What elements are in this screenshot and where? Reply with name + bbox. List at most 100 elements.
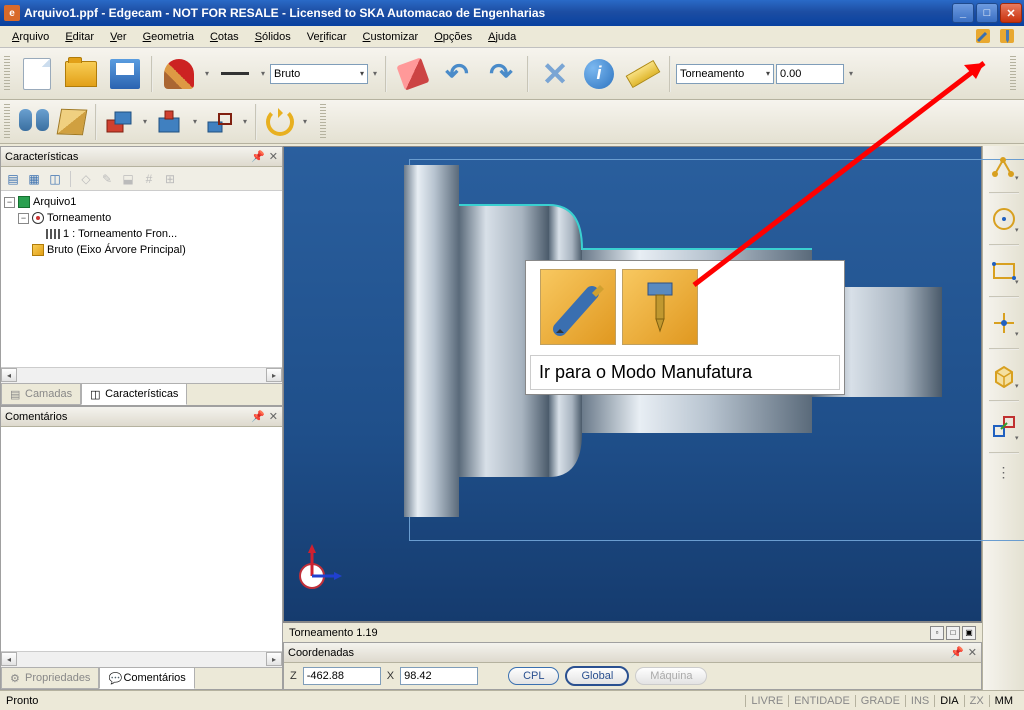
refresh-button[interactable] bbox=[262, 104, 298, 140]
manufacture-mode-icon[interactable] bbox=[998, 27, 1018, 47]
menu-customizar[interactable]: Customizar bbox=[355, 29, 427, 45]
file-icon bbox=[18, 196, 30, 208]
toolbar-grip[interactable] bbox=[4, 56, 10, 92]
rt-circle-button[interactable]: ▾ bbox=[987, 202, 1021, 236]
minimize-button[interactable]: _ bbox=[952, 3, 974, 23]
tab-comments[interactable]: 💬 Comentários bbox=[99, 668, 194, 689]
save-button[interactable] bbox=[104, 53, 146, 95]
color-button[interactable] bbox=[158, 53, 200, 95]
view-btn-3[interactable]: ▣ bbox=[962, 626, 976, 640]
close-panel-icon[interactable]: ✕ bbox=[269, 150, 278, 163]
linetype-button[interactable] bbox=[214, 53, 256, 95]
value-dropdown[interactable]: ▾ bbox=[846, 69, 856, 78]
status-ins[interactable]: INS bbox=[905, 695, 934, 707]
close-panel-icon-2[interactable]: ✕ bbox=[269, 410, 278, 423]
machine-button[interactable]: Máquina bbox=[635, 667, 707, 685]
feature-op2-button[interactable] bbox=[152, 104, 188, 140]
feature-op2-dropdown[interactable]: ▾ bbox=[190, 117, 200, 126]
eraser-button[interactable] bbox=[392, 53, 434, 95]
pin-icon[interactable]: 📌 bbox=[251, 150, 265, 163]
value-input[interactable]: 0.00 bbox=[776, 64, 844, 84]
undo-button[interactable]: ↶ bbox=[436, 53, 478, 95]
secondary-toolbar: ▾ ▾ ▾ ▾ bbox=[0, 100, 1024, 144]
menu-solidos[interactable]: Sólidos bbox=[247, 29, 299, 45]
features-tree[interactable]: − Arquivo1 − Torneamento 1 : Torneamento… bbox=[1, 191, 282, 367]
close-button[interactable]: ✕ bbox=[1000, 3, 1022, 23]
window-title: Arquivo1.ppf - Edgecam - NOT FOR RESALE … bbox=[24, 6, 952, 20]
rt-more-button[interactable]: ⋮ bbox=[987, 462, 1021, 482]
delete-button[interactable]: ✕ bbox=[534, 53, 576, 95]
toolbar2-grip2[interactable] bbox=[320, 104, 326, 140]
status-grade[interactable]: GRADE bbox=[855, 695, 905, 707]
z-input[interactable] bbox=[303, 667, 381, 685]
maximize-button[interactable]: □ bbox=[976, 3, 998, 23]
design-mode-large-icon[interactable] bbox=[540, 269, 616, 345]
pin-icon-2[interactable]: 📌 bbox=[251, 410, 265, 423]
tree-toggle-1[interactable]: − bbox=[18, 213, 29, 224]
ftool-5[interactable]: ✎ bbox=[98, 170, 116, 188]
close-panel-icon-3[interactable]: ✕ bbox=[968, 646, 977, 659]
open-button[interactable] bbox=[60, 53, 102, 95]
cpl-button[interactable]: CPL bbox=[508, 667, 559, 685]
redo-button[interactable]: ↷ bbox=[480, 53, 522, 95]
ftool-7[interactable]: # bbox=[140, 170, 158, 188]
menu-arquivo[interactable]: Arquivo bbox=[4, 29, 57, 45]
ftool-4[interactable]: ◇ bbox=[77, 170, 95, 188]
find-feature-button[interactable] bbox=[16, 104, 52, 140]
x-input[interactable] bbox=[400, 667, 478, 685]
menu-cotas[interactable]: Cotas bbox=[202, 29, 247, 45]
view-btn-2[interactable]: □ bbox=[946, 626, 960, 640]
new-button[interactable] bbox=[16, 53, 58, 95]
feature-op1-dropdown[interactable]: ▾ bbox=[140, 117, 150, 126]
info-button[interactable]: i bbox=[578, 53, 620, 95]
menu-verificar[interactable]: Verificar bbox=[299, 29, 355, 45]
layer-combo[interactable]: Bruto▾ bbox=[270, 64, 368, 84]
tab-features[interactable]: ◫ Características bbox=[81, 384, 187, 405]
menu-geometria[interactable]: Geometria bbox=[135, 29, 202, 45]
menu-ver[interactable]: Ver bbox=[102, 29, 135, 45]
manufacture-mode-large-icon[interactable] bbox=[622, 269, 698, 345]
measure-button[interactable] bbox=[622, 53, 664, 95]
menu-opcoes[interactable]: Opções bbox=[426, 29, 480, 45]
toolbar2-grip[interactable] bbox=[4, 104, 10, 140]
status-zx[interactable]: ZX bbox=[964, 695, 989, 707]
rt-rect-button[interactable]: ▾ bbox=[987, 254, 1021, 288]
color-dropdown[interactable]: ▾ bbox=[202, 69, 212, 78]
ftool-2[interactable]: ▦ bbox=[25, 170, 43, 188]
refresh-dropdown[interactable]: ▾ bbox=[300, 117, 310, 126]
mode-combo[interactable]: Torneamento▾ bbox=[676, 64, 774, 84]
comments-body[interactable] bbox=[1, 427, 282, 651]
ftool-1[interactable]: ▤ bbox=[4, 170, 22, 188]
rt-box-button[interactable]: ▾ bbox=[987, 358, 1021, 392]
tab-layers[interactable]: ▤ Camadas bbox=[1, 384, 81, 405]
status-mm[interactable]: MM bbox=[989, 695, 1018, 707]
layer-dropdown-ext[interactable]: ▾ bbox=[370, 69, 380, 78]
feature-op3-button[interactable] bbox=[202, 104, 238, 140]
rt-transform-button[interactable]: ▾ bbox=[987, 410, 1021, 444]
tab-properties[interactable]: ⚙ Propriedades bbox=[1, 668, 99, 689]
status-dia[interactable]: DIA bbox=[934, 695, 963, 707]
rt-sketch-button[interactable]: ▾ bbox=[987, 150, 1021, 184]
status-entidade[interactable]: ENTIDADE bbox=[788, 695, 855, 707]
pin-icon-3[interactable]: 📌 bbox=[950, 646, 964, 659]
toolbar-grip-end[interactable] bbox=[1010, 56, 1016, 92]
ftool-3[interactable]: ◫ bbox=[46, 170, 64, 188]
ftool-6[interactable]: ⬓ bbox=[119, 170, 137, 188]
tree-toggle-root[interactable]: − bbox=[4, 197, 15, 208]
view-btn-1[interactable]: ▫ bbox=[930, 626, 944, 640]
comments-hscroll[interactable]: ◂▸ bbox=[1, 651, 282, 667]
rt-point-button[interactable]: ▾ bbox=[987, 306, 1021, 340]
menu-ajuda[interactable]: Ajuda bbox=[480, 29, 524, 45]
solid-feature-button[interactable] bbox=[54, 104, 90, 140]
main-toolbar: ▾ ▾ Bruto▾ ▾ ↶ ↷ ✕ i Torneamento▾ 0.00 ▾ bbox=[0, 48, 1024, 100]
ftool-8[interactable]: ⊞ bbox=[161, 170, 179, 188]
global-button[interactable]: Global bbox=[565, 666, 629, 686]
design-mode-icon[interactable] bbox=[974, 27, 994, 47]
status-livre[interactable]: LIVRE bbox=[745, 695, 788, 707]
feature-op3-dropdown[interactable]: ▾ bbox=[240, 117, 250, 126]
menu-editar[interactable]: Editar bbox=[57, 29, 102, 45]
features-hscroll[interactable]: ◂▸ bbox=[1, 367, 282, 383]
feature-op1-button[interactable] bbox=[102, 104, 138, 140]
linetype-dropdown[interactable]: ▾ bbox=[258, 69, 268, 78]
viewport-tab-label[interactable]: Torneamento 1.19 bbox=[289, 627, 930, 639]
